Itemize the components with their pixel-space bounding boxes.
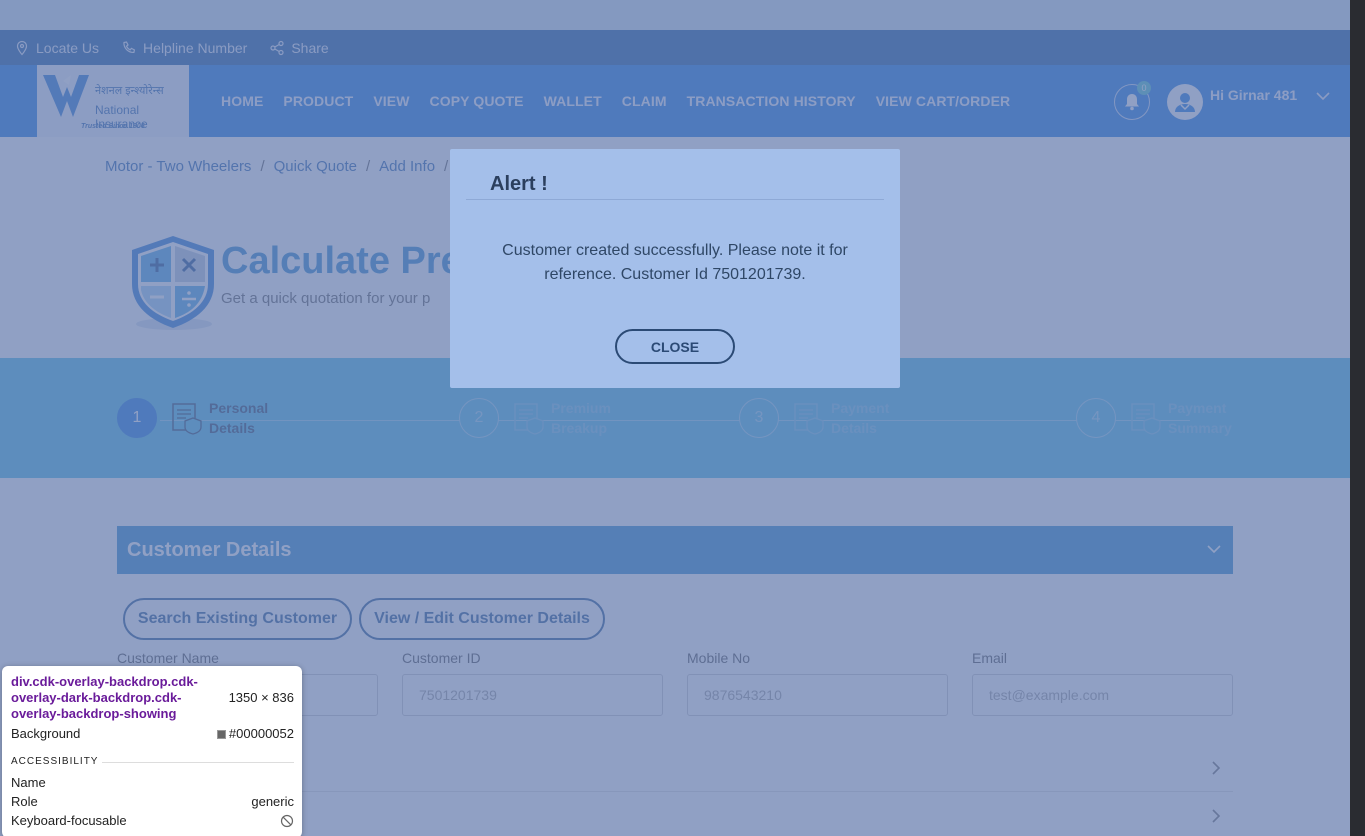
background-row: Background #00000052: [11, 726, 294, 741]
background-value-wrap: #00000052: [216, 726, 294, 741]
devtools-inspect-tooltip: div.cdk-overlay-backdrop.cdk-overlay-dar…: [2, 666, 302, 836]
color-swatch-icon: [216, 730, 226, 740]
close-button[interactable]: CLOSE: [615, 329, 735, 364]
section-divider: [102, 762, 294, 763]
role-value: generic: [251, 794, 294, 809]
dialog-title: Alert !: [490, 173, 548, 195]
role-label: Role: [11, 794, 38, 809]
accessibility-heading: ACCESSIBILITY: [11, 756, 99, 767]
background-label: Background: [11, 726, 81, 741]
focusable-row: Keyboard-focusable: [11, 813, 294, 828]
element-size: 1350 × 836: [228, 690, 294, 705]
not-allowed-icon: [280, 814, 294, 827]
element-selector: div.cdk-overlay-backdrop.cdk-overlay-dar…: [11, 674, 198, 721]
dialog-divider: [466, 199, 884, 200]
role-row: Role generic: [11, 794, 294, 809]
dialog-message: Customer created successfully. Please no…: [502, 242, 848, 283]
background-value: #00000052: [228, 726, 294, 741]
name-row: Name: [11, 775, 294, 790]
window-scrollbar[interactable]: [1350, 0, 1365, 836]
web-page: Locate Us Helpline Number Share नेशनल इन…: [0, 0, 1350, 836]
alert-dialog: Alert ! Customer created successfully. P…: [450, 149, 900, 388]
name-label: Name: [11, 775, 46, 790]
focusable-label: Keyboard-focusable: [11, 813, 127, 828]
